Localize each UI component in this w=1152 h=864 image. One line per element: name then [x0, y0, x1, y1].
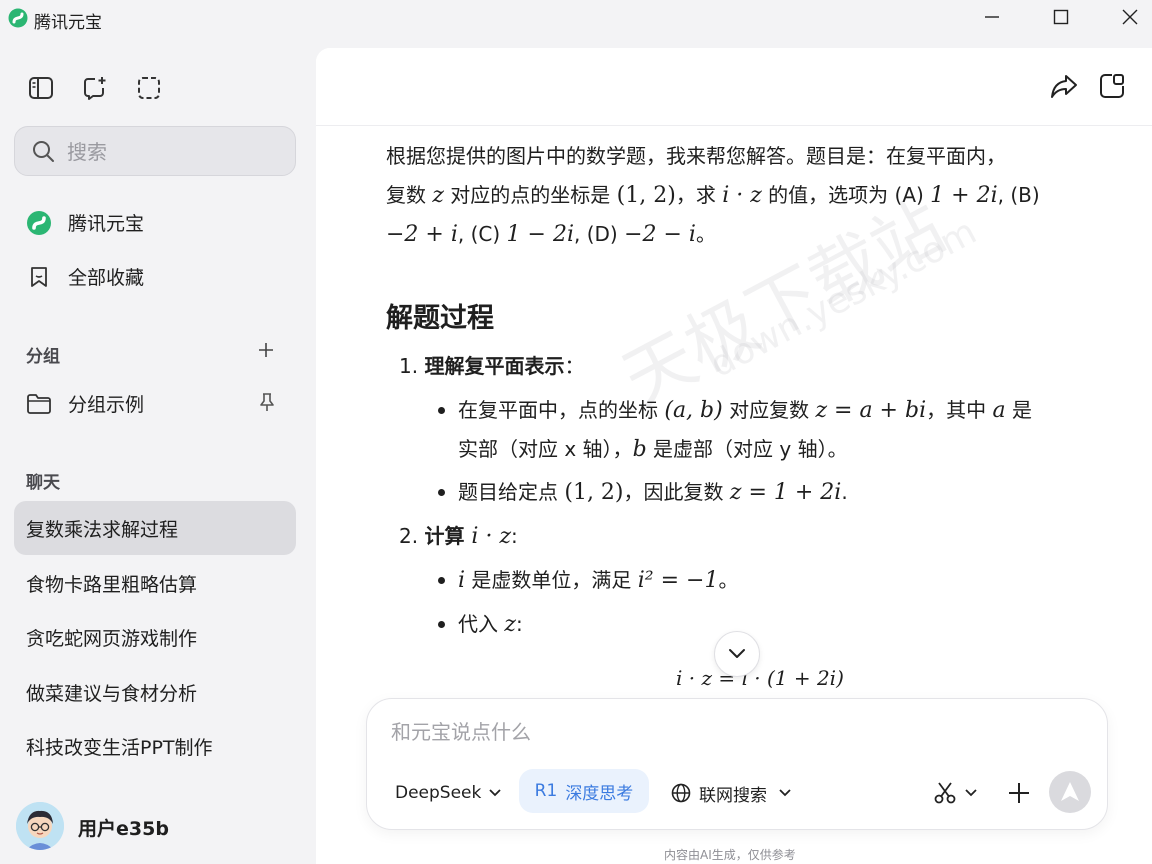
share-button[interactable] — [1048, 70, 1080, 102]
answer-text: 在复平面中，点的坐标 (a, b) 对应复数 z = a + bi，其中 a 是 — [458, 398, 1032, 423]
sidebar-item-yuanbao[interactable]: 腾讯元宝 — [14, 198, 296, 246]
folder-icon — [26, 391, 52, 417]
user-profile[interactable]: 用户e35b — [16, 802, 296, 852]
message-input[interactable] — [391, 715, 1071, 749]
answer-text: 题目给定点 (1, 2)，因此复数 z = 1 + 2i. — [458, 480, 848, 505]
deep-think-toggle[interactable]: R1 深度思考 — [519, 769, 649, 813]
new-chat-icon — [84, 77, 106, 100]
bullet — [438, 489, 445, 496]
sidebar-item-label: 腾讯元宝 — [68, 212, 145, 235]
plus-icon — [259, 343, 273, 357]
share-icon — [1051, 75, 1077, 98]
groups-section-title: 分组 — [26, 347, 60, 367]
watermark: 天极下载站 — [609, 184, 958, 422]
maximize-button[interactable] — [1031, 0, 1091, 34]
attach-button[interactable] — [1005, 779, 1033, 807]
select-chats-button[interactable] — [135, 74, 163, 102]
model-selector[interactable]: DeepSeek — [395, 779, 501, 807]
title-bar: 腾讯元宝 — [0, 0, 1152, 38]
step-title: 2. 计算 i · z: — [399, 524, 518, 549]
minimize-icon — [985, 16, 999, 18]
chat-item-label: 做菜建议与食材分析 — [26, 682, 198, 705]
group-item[interactable]: 分组示例 — [14, 379, 296, 427]
avatar — [16, 802, 64, 850]
bookmark-icon — [26, 264, 52, 290]
add-group-button[interactable] — [254, 338, 278, 362]
maximize-icon — [1053, 9, 1069, 25]
bullet — [438, 407, 445, 414]
model-label: DeepSeek — [395, 783, 482, 803]
chat-item-label: 贪吃蛇网页游戏制作 — [26, 627, 198, 650]
screenshot-tool-button[interactable] — [933, 779, 983, 807]
chevron-down-icon — [729, 649, 745, 658]
chevron-down-icon — [489, 789, 501, 797]
chat-item[interactable]: 科技改变生活PPT制作 — [14, 719, 296, 773]
r1-badge: R1 — [534, 781, 558, 801]
toggle-sidebar-button[interactable] — [27, 74, 55, 102]
sidebar-item-favorites[interactable]: 全部收藏 — [14, 252, 296, 300]
display-equation: i · z = i · (1 + 2i) — [676, 666, 844, 690]
answer-text: 代入 z: — [458, 612, 523, 637]
answer-text: 实部（对应 x 轴），b 是虚部（对应 y 轴）。 — [458, 437, 848, 462]
send-arrow-icon — [1061, 782, 1079, 801]
chevron-down-icon — [779, 789, 791, 797]
sidebar-item-label: 全部收藏 — [68, 266, 145, 289]
chat-item-label: 食物卡路里粗略估算 — [26, 573, 198, 596]
scissors-icon — [934, 782, 956, 804]
chat-header — [316, 48, 1152, 126]
search-box[interactable] — [14, 126, 296, 176]
chat-item[interactable]: 做菜建议与食材分析 — [14, 665, 296, 719]
bullet — [438, 621, 445, 628]
chevron-down-icon — [965, 789, 977, 797]
close-button[interactable] — [1100, 0, 1152, 34]
pin-icon[interactable] — [256, 391, 278, 413]
chat-item[interactable]: 复数乘法求解过程 — [14, 501, 296, 555]
dashed-select-icon — [138, 77, 160, 99]
search-icon — [33, 141, 54, 162]
yuanbao-logo-icon — [26, 210, 52, 236]
section-heading: 解题过程 — [386, 303, 494, 334]
bullet — [438, 577, 445, 584]
plus-icon — [1009, 783, 1029, 803]
group-item-label: 分组示例 — [68, 393, 145, 416]
chat-item[interactable]: 贪吃蛇网页游戏制作 — [14, 610, 296, 664]
chat-item[interactable]: 食物卡路里粗略估算 — [14, 556, 296, 610]
message-composer: DeepSeek R1 深度思考 联网搜索 — [366, 698, 1108, 830]
scroll-to-bottom-button[interactable] — [714, 631, 760, 677]
answer-text: i 是虚数单位，满足 i² = −1。 — [458, 568, 739, 593]
new-chat-button[interactable] — [81, 74, 109, 102]
user-name: 用户e35b — [78, 818, 169, 840]
web-search-label: 联网搜索 — [699, 785, 767, 806]
search-input[interactable] — [67, 137, 277, 167]
answer-text: 根据您提供的图片中的数学题，我来帮您解答。题目是：在复平面内， — [386, 144, 1006, 168]
globe-icon — [671, 783, 691, 803]
minimize-button[interactable] — [962, 0, 1022, 34]
answer-text: −2 + i, (C) 1 − 2i, (D) −2 − i。 — [386, 222, 716, 247]
chats-section-title: 聊天 — [26, 473, 60, 493]
open-new-icon — [1100, 74, 1124, 98]
send-button[interactable] — [1049, 771, 1091, 813]
deep-think-label: 深度思考 — [565, 783, 634, 804]
web-search-toggle[interactable]: 联网搜索 — [671, 779, 791, 807]
watermark: down.yesky.com — [703, 211, 984, 386]
footer-disclaimer: 内容由AI生成，仅供参考 — [664, 848, 796, 862]
window-title: 腾讯元宝 — [34, 13, 102, 33]
close-icon — [1122, 9, 1138, 25]
chat-item-label: 复数乘法求解过程 — [26, 518, 179, 541]
sidebar-panel-icon — [29, 77, 53, 99]
sidebar: 腾讯元宝 全部收藏 分组 分组示例 聊天 复数乘法求解过程 食物卡路里粗略估算 … — [0, 38, 316, 864]
answer-text: 复数 z 对应的点的坐标是 (1, 2)，求 i · z 的值，选项为 (A) … — [386, 183, 1040, 208]
chat-panel: 天极下载站 down.yesky.com 根据您提供的图片中的数学题，我来帮您解… — [316, 48, 1152, 864]
chat-item-label: 科技改变生活PPT制作 — [26, 736, 213, 759]
step-title: 1. 理解复平面表示： — [399, 354, 585, 378]
yuanbao-logo-icon — [8, 8, 28, 28]
new-window-button[interactable] — [1096, 70, 1128, 102]
